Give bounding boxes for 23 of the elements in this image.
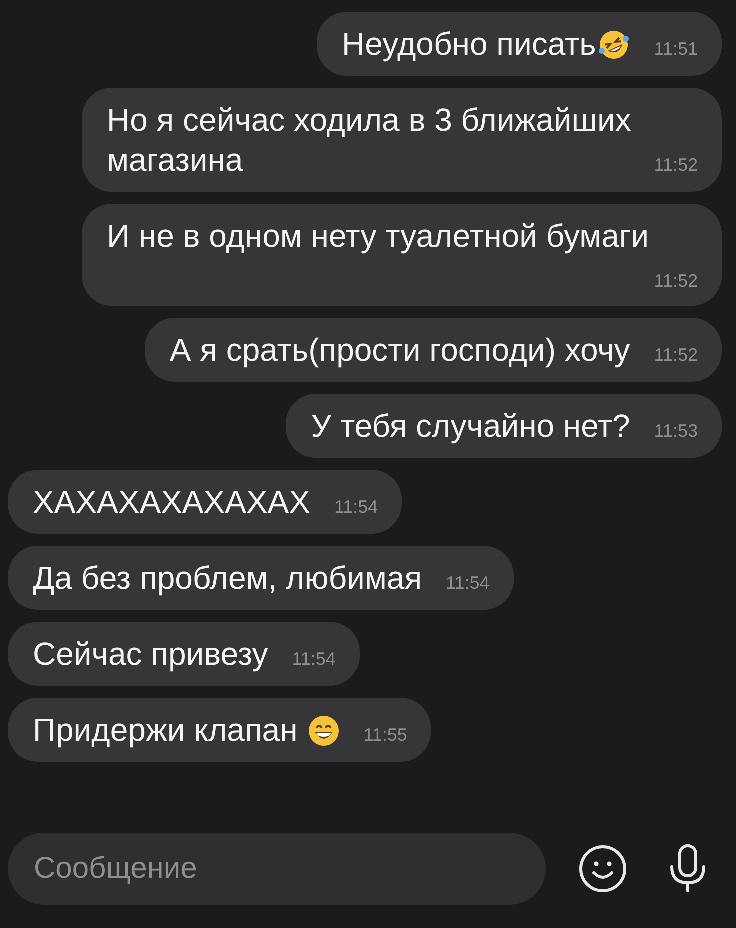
message-text: Да без проблем, любимая bbox=[33, 560, 422, 596]
message-text: ХАХАХАХАХАХАХ bbox=[33, 484, 310, 520]
message-text: Неудобно писать bbox=[342, 26, 596, 62]
message-text: Сейчас привезу bbox=[33, 636, 268, 672]
message-time: 11:54 bbox=[334, 496, 378, 519]
grinning-emoji-icon bbox=[308, 715, 340, 747]
message-text: И не в одном нету туалетной бумаги bbox=[107, 218, 649, 254]
message-time: 11:52 bbox=[654, 344, 698, 367]
message-time: 11:51 bbox=[654, 38, 698, 61]
emoji-icon[interactable] bbox=[578, 844, 628, 894]
message-time: 11:52 bbox=[654, 154, 698, 177]
microphone-icon[interactable] bbox=[668, 844, 708, 894]
message-field[interactable]: Сообщение bbox=[8, 833, 546, 905]
message-text: Придержи клапан bbox=[33, 712, 298, 748]
message-text: Но я сейчас ходила в 3 ближайших магазина bbox=[107, 102, 632, 178]
message-text: А я срать(прости господи) хочу bbox=[170, 332, 630, 368]
message-text: У тебя случайно нет? bbox=[311, 408, 630, 444]
message-time: 11:54 bbox=[446, 572, 490, 595]
message-time: 11:54 bbox=[292, 648, 336, 671]
message-time: 11:55 bbox=[364, 724, 408, 747]
message-time: 11:52 bbox=[654, 270, 698, 293]
laughing-emoji-icon bbox=[598, 29, 630, 61]
message-time: 11:53 bbox=[654, 420, 698, 443]
